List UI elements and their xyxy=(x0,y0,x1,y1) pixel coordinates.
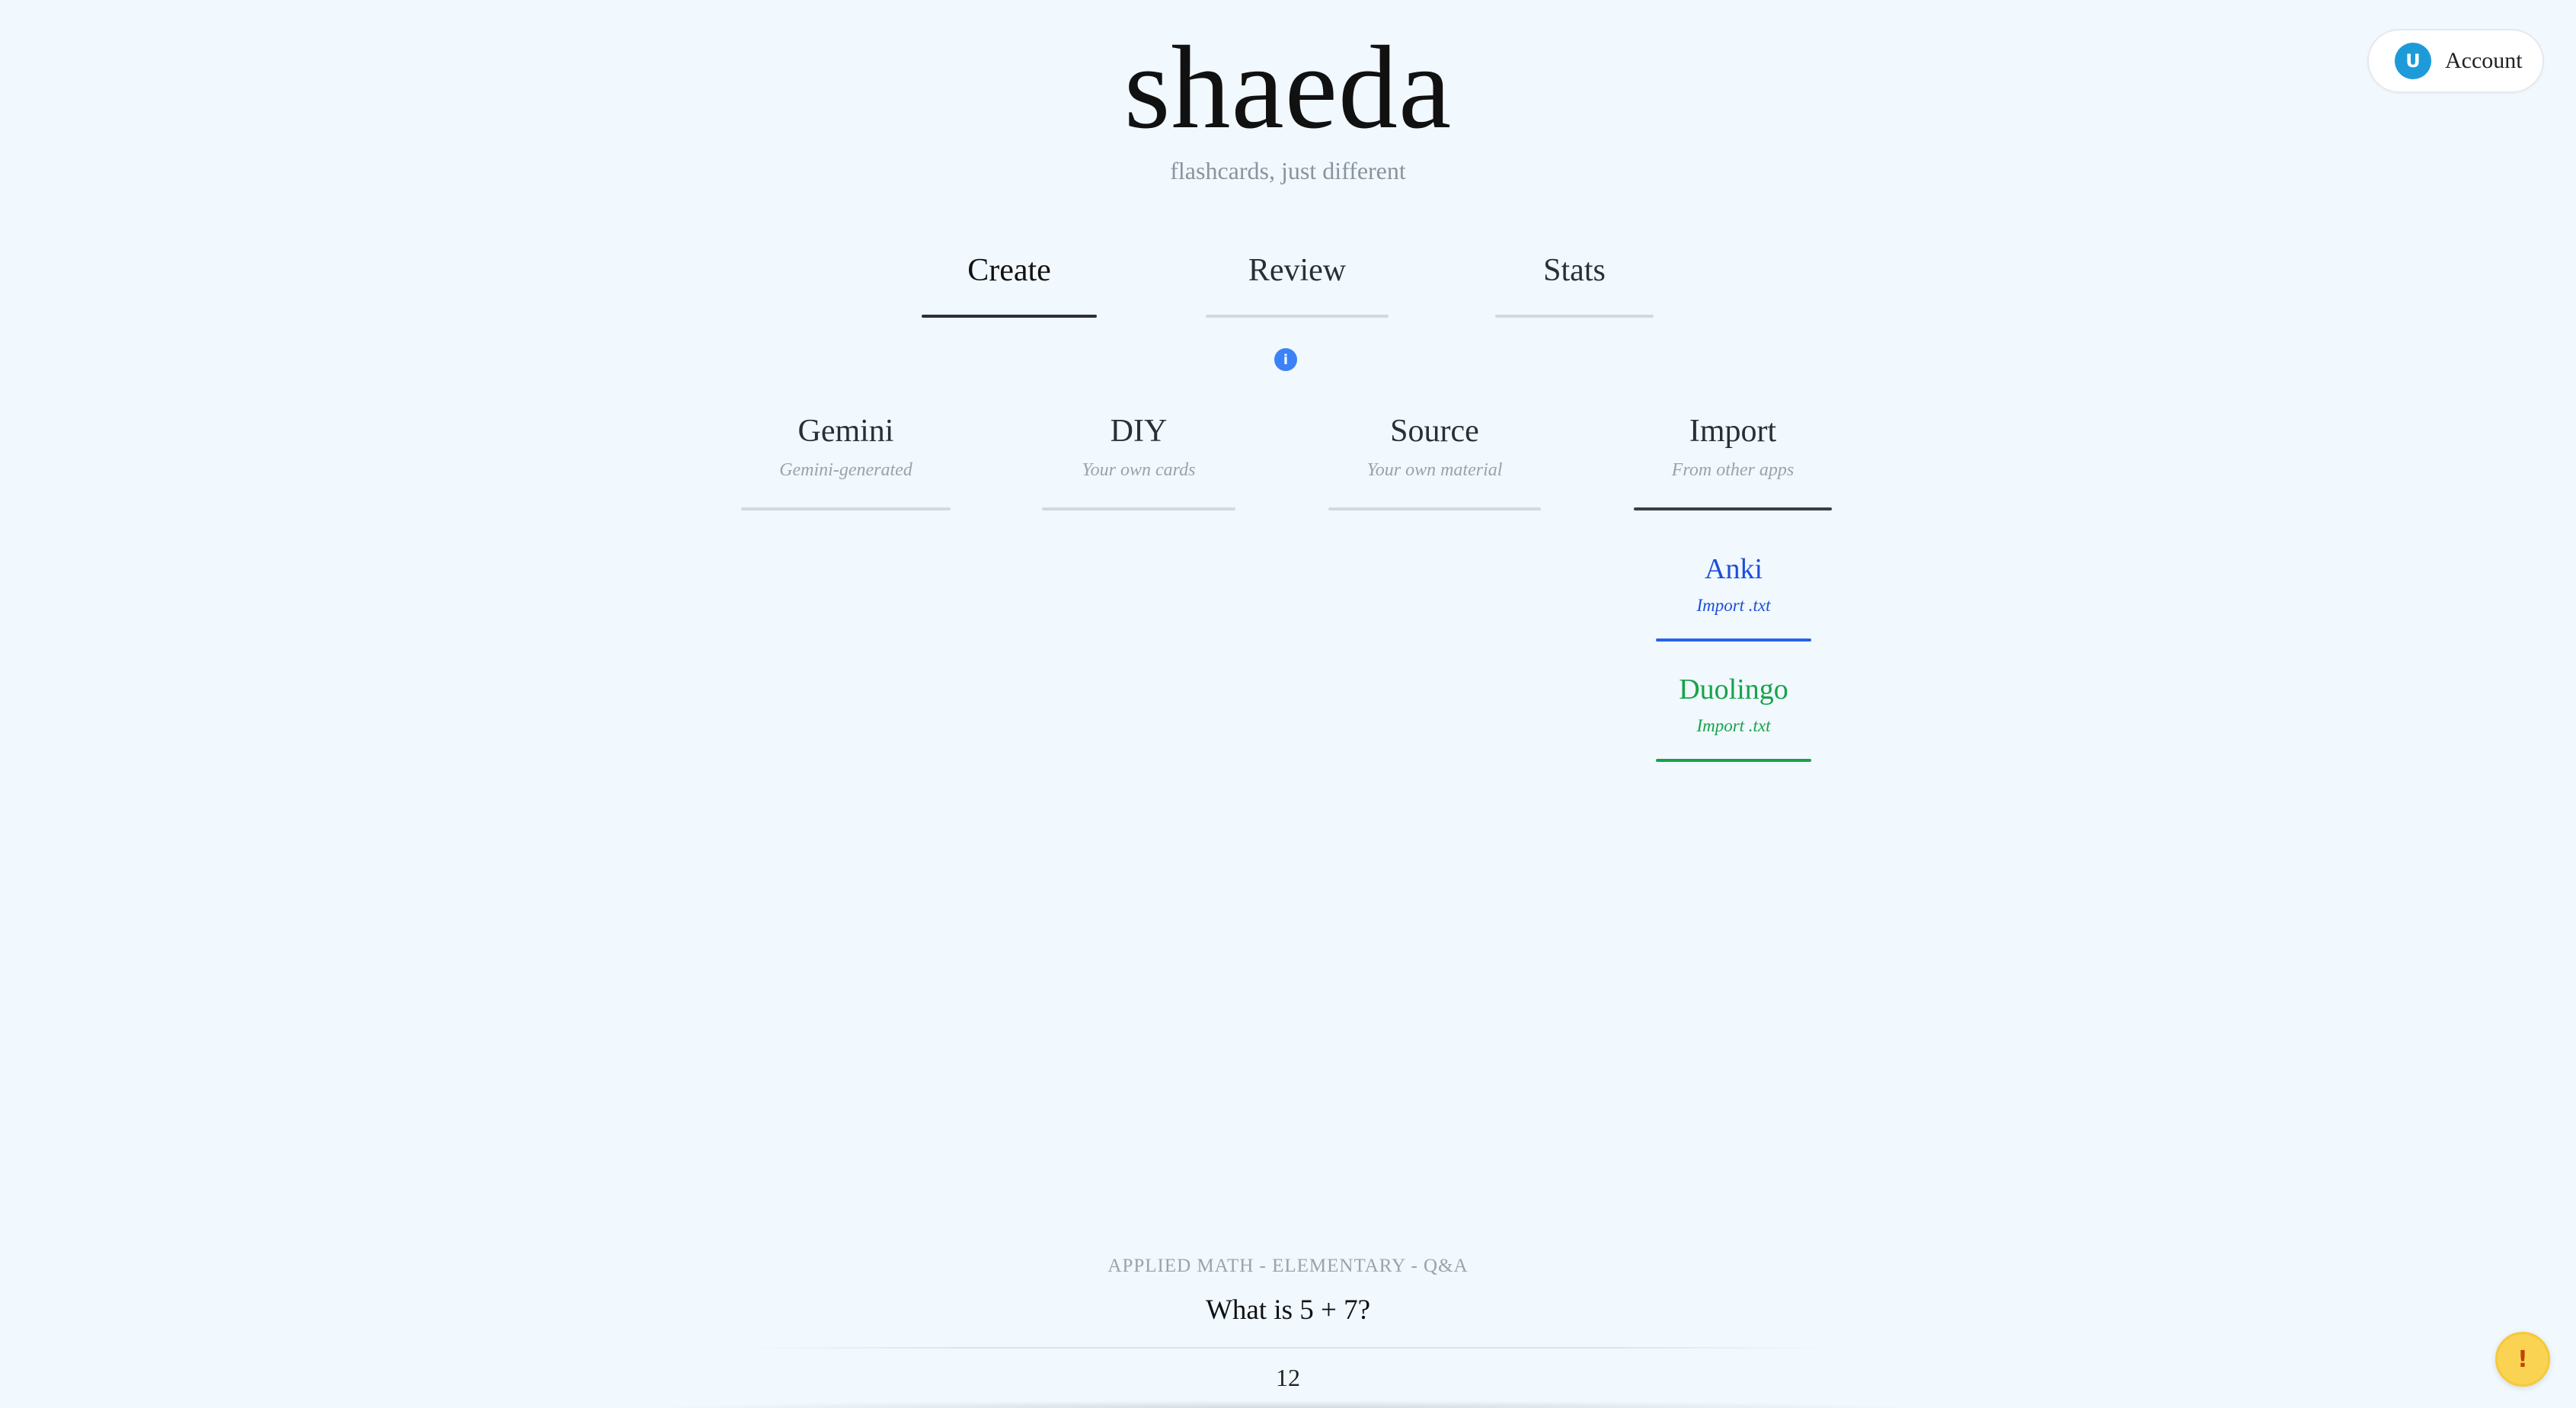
import-anki-description: Import .txt xyxy=(1696,596,1771,615)
subtab-source-underline xyxy=(1328,507,1541,510)
subtab-gemini[interactable]: Gemini Gemini-generated xyxy=(741,410,951,510)
import-duolingo-description: Import .txt xyxy=(1696,716,1771,735)
info-icon[interactable]: i xyxy=(1274,348,1297,371)
tab-stats-label: Stats xyxy=(1543,253,1606,288)
tab-stats-underline xyxy=(1495,315,1654,318)
subtab-gemini-underline xyxy=(741,507,951,510)
tab-review-label: Review xyxy=(1248,253,1347,288)
app-tagline: flashcards, just different xyxy=(1170,157,1406,184)
subtab-source-description: Your own material xyxy=(1366,460,1503,480)
tab-review-underline xyxy=(1206,315,1389,318)
import-anki-button[interactable]: Anki Import .txt xyxy=(1656,550,1811,642)
card-category: APPLIED MATH - ELEMENTARY - Q&A xyxy=(1107,1256,1469,1276)
subtab-source[interactable]: Source Your own material xyxy=(1328,410,1541,510)
subtab-import-underline xyxy=(1634,507,1832,510)
feedback-alert-icon[interactable]: ! xyxy=(2495,1332,2550,1387)
import-duolingo-label: Duolingo xyxy=(1679,674,1788,706)
tab-create[interactable]: Create xyxy=(922,248,1097,318)
tab-review[interactable]: Review xyxy=(1206,248,1389,318)
subtab-gemini-label: Gemini xyxy=(797,414,894,449)
subtab-import-label: Import xyxy=(1689,414,1777,449)
subtab-import[interactable]: Import From other apps xyxy=(1634,410,1832,510)
card-answer: 12 xyxy=(1276,1364,1300,1391)
subtab-gemini-description: Gemini-generated xyxy=(779,460,912,480)
subtab-source-label: Source xyxy=(1390,414,1479,449)
subtab-diy-label: DIY xyxy=(1110,414,1168,449)
subtab-import-description: From other apps xyxy=(1671,460,1795,480)
subtab-diy-underline xyxy=(1042,507,1235,510)
card-shadow xyxy=(640,1400,1935,1408)
tab-create-underline xyxy=(922,315,1097,318)
import-duolingo-button[interactable]: Duolingo Import .txt xyxy=(1656,670,1811,762)
app-title: shaeda xyxy=(1123,21,1453,153)
tab-create-label: Create xyxy=(967,253,1051,288)
import-anki-underline xyxy=(1656,638,1811,642)
card-question: What is 5 + 7? xyxy=(1205,1294,1371,1326)
import-anki-label: Anki xyxy=(1705,553,1763,585)
card-divider xyxy=(743,1347,1833,1349)
import-duolingo-underline xyxy=(1656,759,1811,762)
subtab-diy[interactable]: DIY Your own cards xyxy=(1042,410,1235,510)
page: U Account shaeda flashcards, just differ… xyxy=(0,0,2576,1408)
subtab-diy-description: Your own cards xyxy=(1082,460,1196,480)
tab-stats[interactable]: Stats xyxy=(1495,248,1654,318)
